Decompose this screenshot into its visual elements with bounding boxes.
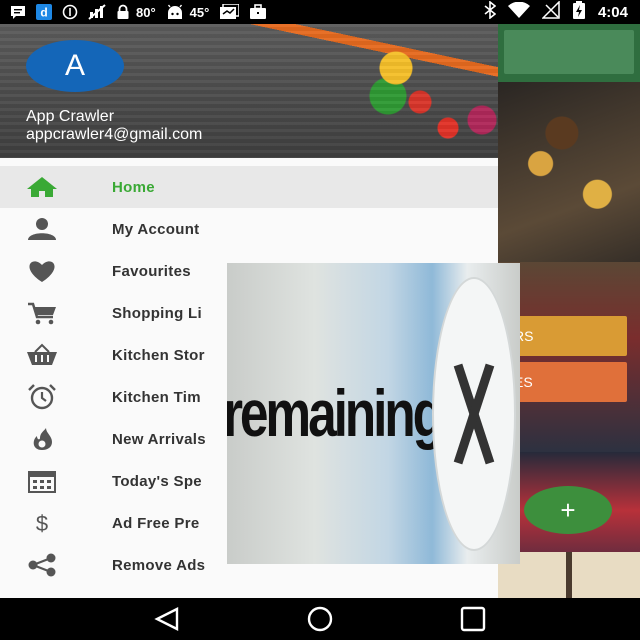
background-toolbar	[498, 24, 640, 82]
svg-text:$: $	[36, 511, 48, 536]
battery-charging-icon	[572, 1, 586, 23]
menu-item-label: Remove Ads	[112, 556, 206, 574]
home-nav-button[interactable]	[300, 603, 340, 635]
home-icon	[22, 172, 62, 202]
ad-popup[interactable]: remaining	[227, 263, 520, 564]
share-icon	[22, 550, 62, 580]
avatar[interactable]: A	[26, 40, 124, 92]
dollar-icon: $	[22, 508, 62, 538]
basket-icon	[22, 340, 62, 370]
back-button[interactable]	[147, 603, 187, 635]
alarm-clock-icon	[22, 382, 62, 412]
background-search-box[interactable]	[504, 30, 634, 74]
wifi-icon	[507, 1, 530, 22]
user-email: appcrawler4@gmail.com	[26, 126, 203, 143]
menu-item-label: Shopping Li	[112, 304, 202, 322]
screen: d 80° 45° 4:04 RS ES + A App Crawler app…	[0, 0, 640, 640]
ad-text: remaining	[227, 376, 444, 450]
menu-item-label: Ad Free Pre	[112, 514, 200, 532]
menu-item-label: Home	[112, 178, 155, 196]
menu-item-label: My Account	[112, 220, 200, 238]
system-nav-bar	[0, 598, 640, 640]
menu-item-label: Favourites	[112, 262, 191, 280]
background-food-image	[498, 82, 640, 286]
calendar-icon	[22, 466, 62, 496]
back-icon	[153, 607, 178, 631]
flame-icon	[22, 424, 62, 454]
heart-icon	[22, 256, 62, 286]
menu-item-home[interactable]: Home	[0, 166, 498, 208]
home-circle-icon	[307, 606, 333, 632]
temperature-2: 45°	[189, 4, 210, 20]
temperature-1: 80°	[136, 4, 156, 20]
status-time: 4:04	[597, 3, 628, 21]
no-signal-icon	[541, 0, 560, 23]
drawer-header: A App Crawler appcrawler4@gmail.com	[0, 24, 498, 158]
add-fab-button[interactable]: +	[524, 486, 612, 534]
ad-close-button[interactable]	[432, 277, 516, 551]
menu-item-label: New Arrivals	[112, 430, 206, 448]
no-network-icon	[88, 4, 106, 20]
recents-square-icon	[461, 606, 486, 632]
app-d-icon: d	[36, 4, 52, 20]
photo-check-icon	[219, 4, 240, 20]
menu-item-label: Kitchen Tim	[112, 388, 201, 406]
info-circle-icon	[62, 4, 78, 20]
message-icon	[10, 5, 26, 19]
cart-icon	[22, 298, 62, 328]
lock-icon	[116, 4, 130, 20]
user-name: App Crawler	[26, 108, 115, 125]
svg-text:d: d	[40, 6, 47, 20]
background-category-button-2[interactable]: ES	[510, 362, 627, 402]
close-icon	[453, 363, 495, 465]
briefcase-icon	[249, 4, 267, 20]
android-icon	[166, 4, 184, 20]
menu-item-my-account[interactable]: My Account	[0, 208, 498, 250]
bluetooth-icon	[484, 0, 497, 23]
person-icon	[22, 214, 62, 244]
background-category-button-1[interactable]: RS	[510, 316, 627, 356]
status-bar: d 80° 45° 4:04	[0, 0, 640, 24]
recents-button[interactable]	[453, 603, 493, 635]
menu-item-label: Today's Spe	[112, 472, 202, 490]
menu-item-label: Kitchen Stor	[112, 346, 205, 364]
